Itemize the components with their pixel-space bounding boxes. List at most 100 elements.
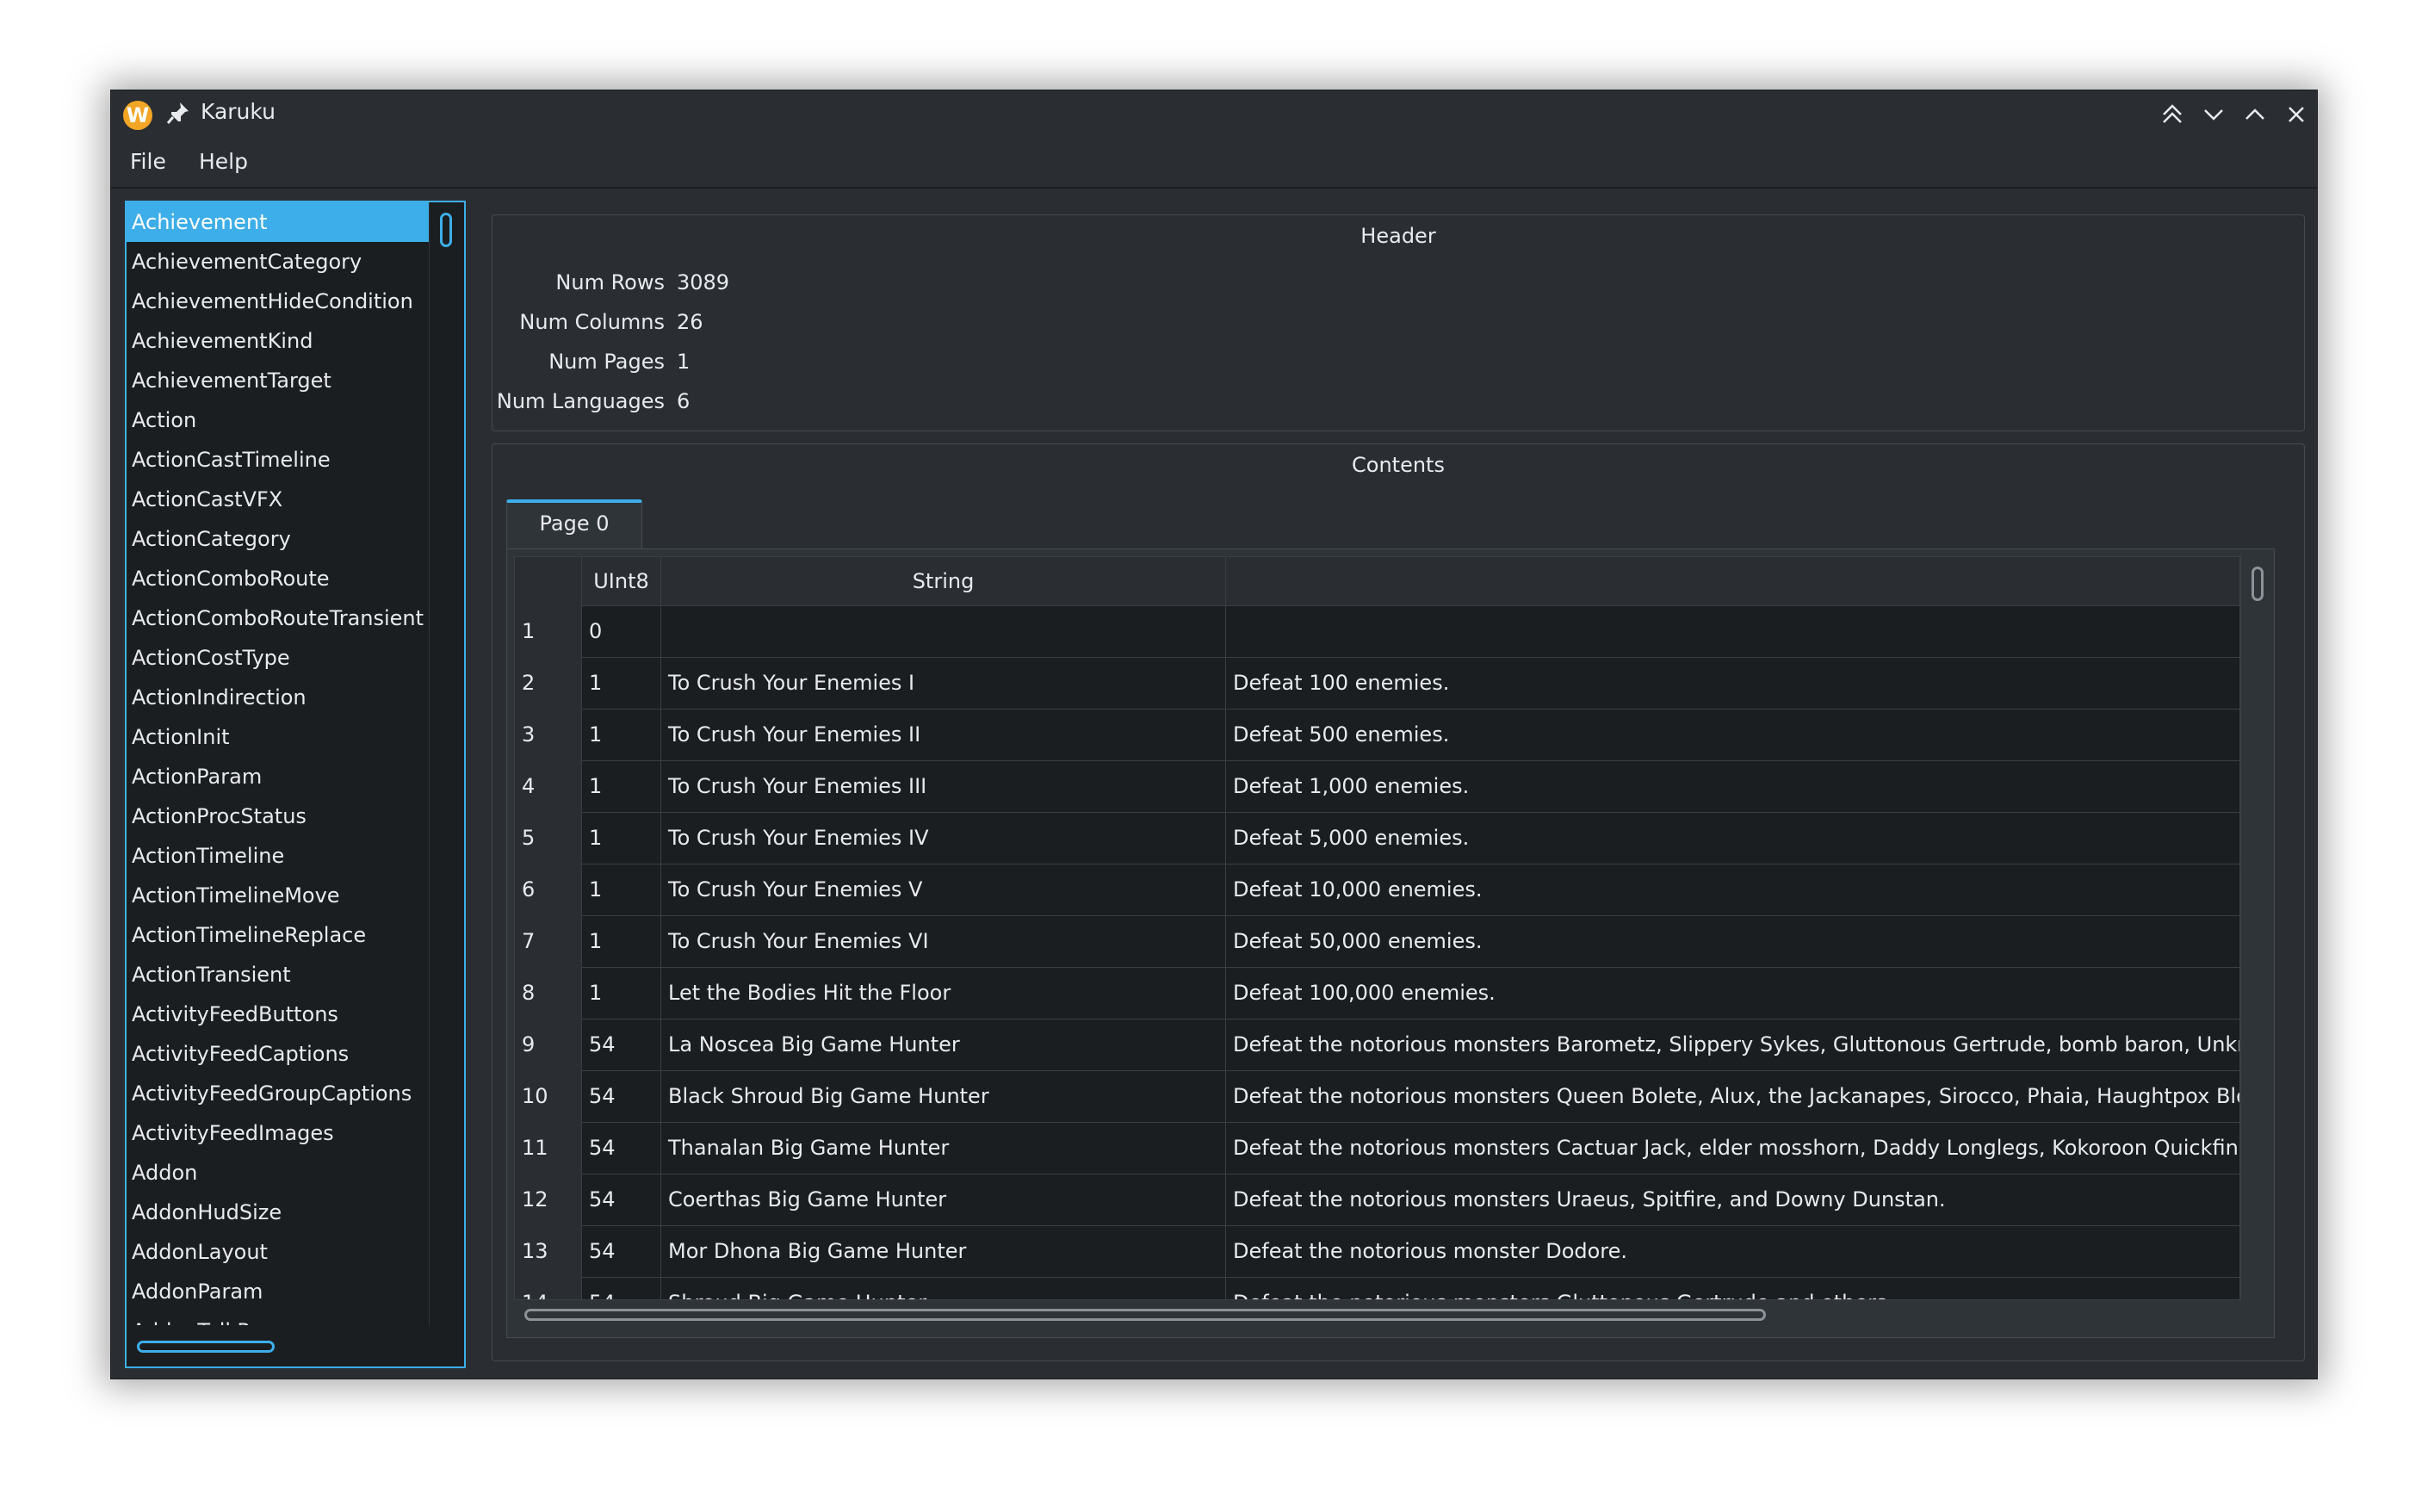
sheet-list-item[interactable]: AchievementKind xyxy=(127,321,430,361)
uint8-cell[interactable]: 0 xyxy=(582,605,661,657)
uint8-cell[interactable]: 1 xyxy=(582,812,661,864)
sheet-list-item[interactable]: ActionTransient xyxy=(127,955,430,995)
string-2-cell[interactable]: Defeat the notorious monsters Queen Bole… xyxy=(1226,1070,2240,1122)
uint8-cell[interactable]: 54 xyxy=(582,1225,661,1277)
string-cell[interactable]: Black Shroud Big Game Hunter xyxy=(661,1070,1226,1122)
string-cell[interactable]: To Crush Your Enemies V xyxy=(661,864,1226,915)
sheet-list-item[interactable]: ActivityFeedImages xyxy=(127,1113,430,1153)
string-cell[interactable]: Let the Bodies Hit the Floor xyxy=(661,967,1226,1019)
table-row[interactable]: 7 1 To Crush Your Enemies VI Defeat 50,000 … xyxy=(515,915,2240,968)
column-header-uint8[interactable]: UInt8 xyxy=(582,557,661,605)
sheet-list-horizontal-scrollbar[interactable] xyxy=(137,1341,275,1353)
sheet-list-item[interactable]: ActionTimelineReplace xyxy=(127,915,430,955)
string-2-cell[interactable]: Defeat 1,000 enemies. xyxy=(1226,760,2240,812)
string-cell[interactable]: Mor Dhona Big Game Hunter xyxy=(661,1225,1226,1277)
uint8-cell[interactable]: 1 xyxy=(582,760,661,812)
scrollbar-thumb[interactable] xyxy=(440,213,452,247)
row-number-cell[interactable]: 3 xyxy=(515,709,582,760)
string-2-cell[interactable]: Defeat the notorious monsters Gluttonous… xyxy=(1226,1277,2240,1299)
uint8-cell[interactable]: 1 xyxy=(582,864,661,915)
keep-above-icon[interactable] xyxy=(2157,99,2188,130)
sheet-list-item[interactable]: Addon xyxy=(127,1153,430,1193)
string-2-cell[interactable]: Defeat the notorious monster Dodore. xyxy=(1226,1225,2240,1277)
sheet-list-item[interactable]: AddonTalkParam xyxy=(127,1311,430,1325)
sheet-list-item[interactable]: AchievementHideCondition xyxy=(127,282,430,321)
sheet-list-item[interactable]: ActionTimelineMove xyxy=(127,876,430,915)
string-cell[interactable]: To Crush Your Enemies VI xyxy=(661,915,1226,967)
table-row[interactable]: 13 54 Mor Dhona Big Game Hunter Defeat the … xyxy=(515,1225,2240,1278)
uint8-cell[interactable]: 1 xyxy=(582,657,661,709)
sheet-list-item[interactable]: ActionInit xyxy=(127,717,430,757)
column-header-row-number[interactable] xyxy=(515,557,582,605)
sheet-list-item[interactable]: ActionCastTimeline xyxy=(127,440,430,480)
string-cell[interactable]: To Crush Your Enemies III xyxy=(661,760,1226,812)
string-2-cell[interactable]: Defeat 500 enemies. xyxy=(1226,709,2240,760)
sheet-list-item[interactable]: Achievement xyxy=(127,202,430,242)
table-row[interactable]: 5 1 To Crush Your Enemies IV Defeat 5,000 e… xyxy=(515,812,2240,864)
sheet-list-item[interactable]: AddonHudSize xyxy=(127,1193,430,1232)
row-number-cell[interactable]: 10 xyxy=(515,1070,582,1122)
string-cell[interactable]: To Crush Your Enemies I xyxy=(661,657,1226,709)
minimize-icon[interactable] xyxy=(2198,99,2229,130)
string-cell[interactable]: Coerthas Big Game Hunter xyxy=(661,1174,1226,1225)
row-number-cell[interactable]: 12 xyxy=(515,1174,582,1225)
menu-help[interactable]: Help xyxy=(199,149,248,174)
row-number-cell[interactable]: 4 xyxy=(515,760,582,812)
close-icon[interactable] xyxy=(2281,99,2312,130)
string-2-cell[interactable]: Defeat 100,000 enemies. xyxy=(1226,967,2240,1019)
string-cell[interactable]: Shroud Big Game Hunter xyxy=(661,1277,1226,1299)
table-row[interactable]: 11 54 Thanalan Big Game Hunter Defeat the n… xyxy=(515,1122,2240,1174)
uint8-cell[interactable]: 54 xyxy=(582,1019,661,1070)
sheet-list[interactable]: Achievement AchievementCategory Achievemen… xyxy=(125,201,466,1368)
row-number-cell[interactable]: 9 xyxy=(515,1019,582,1070)
string-2-cell[interactable] xyxy=(1226,605,2240,657)
sheet-list-item[interactable]: AddonParam xyxy=(127,1272,430,1311)
sheet-list-vertical-scrollbar[interactable] xyxy=(429,202,464,1325)
row-number-cell[interactable]: 5 xyxy=(515,812,582,864)
sheet-list-item[interactable]: ActionProcStatus xyxy=(127,796,430,836)
uint8-cell[interactable]: 54 xyxy=(582,1277,661,1299)
scrollbar-thumb[interactable] xyxy=(2251,567,2264,601)
table-row[interactable]: 6 1 To Crush Your Enemies V Defeat 10,000 e… xyxy=(515,864,2240,916)
string-2-cell[interactable]: Defeat the notorious monsters Uraeus, Sp… xyxy=(1226,1174,2240,1225)
tab-page-0[interactable]: Page 0 xyxy=(506,499,642,549)
sheet-list-item[interactable]: ActionTimeline xyxy=(127,836,430,876)
table-horizontal-scrollbar[interactable] xyxy=(524,1309,1766,1321)
row-number-cell[interactable]: 7 xyxy=(515,915,582,967)
sheet-list-item[interactable]: ActivityFeedGroupCaptions xyxy=(127,1074,430,1113)
sheet-list-item[interactable]: AddonLayout xyxy=(127,1232,430,1272)
uint8-cell[interactable]: 54 xyxy=(582,1174,661,1225)
uint8-cell[interactable]: 1 xyxy=(582,709,661,760)
table-row[interactable]: 12 54 Coerthas Big Game Hunter Defeat the n… xyxy=(515,1174,2240,1226)
table-row[interactable]: 10 xyxy=(515,605,2240,658)
sheet-list-item[interactable]: ActionComboRouteTransient xyxy=(127,598,430,638)
uint8-cell[interactable]: 54 xyxy=(582,1070,661,1122)
table-row[interactable]: 8 1 Let the Bodies Hit the Floor Defeat 100… xyxy=(515,967,2240,1019)
column-header-string[interactable]: String xyxy=(661,557,1226,605)
string-2-cell[interactable]: Defeat the notorious monsters Barometz, … xyxy=(1226,1019,2240,1070)
column-header-string-2[interactable] xyxy=(1226,557,2240,605)
string-cell[interactable]: Thanalan Big Game Hunter xyxy=(661,1122,1226,1174)
uint8-cell[interactable]: 1 xyxy=(582,967,661,1019)
contents-table[interactable]: UInt8 String 1 0 2 1 To Crush Your Enemies I… xyxy=(514,556,2241,1300)
row-number-cell[interactable]: 1 xyxy=(515,605,582,657)
table-row[interactable]: 3 1 To Crush Your Enemies II Defeat 500 ene… xyxy=(515,709,2240,761)
maximize-icon[interactable] xyxy=(2239,99,2270,130)
uint8-cell[interactable]: 54 xyxy=(582,1122,661,1174)
sheet-list-item[interactable]: ActionComboRoute xyxy=(127,559,430,598)
row-number-cell[interactable]: 11 xyxy=(515,1122,582,1174)
string-2-cell[interactable]: Defeat 5,000 enemies. xyxy=(1226,812,2240,864)
sheet-list-item[interactable]: ActionIndirection xyxy=(127,678,430,717)
row-number-cell[interactable]: 8 xyxy=(515,967,582,1019)
string-2-cell[interactable]: Defeat 100 enemies. xyxy=(1226,657,2240,709)
menu-file[interactable]: File xyxy=(130,149,166,174)
sheet-list-item[interactable]: ActivityFeedCaptions xyxy=(127,1034,430,1074)
row-number-cell[interactable]: 2 xyxy=(515,657,582,709)
sheet-list-item[interactable]: ActionCastVFX xyxy=(127,480,430,519)
row-number-cell[interactable]: 6 xyxy=(515,864,582,915)
string-cell[interactable]: To Crush Your Enemies IV xyxy=(661,812,1226,864)
pin-icon[interactable] xyxy=(164,99,192,128)
row-number-cell[interactable]: 13 xyxy=(515,1225,582,1277)
sheet-list-item[interactable]: AchievementTarget xyxy=(127,361,430,400)
table-row[interactable]: 1454Shroud Big Game HunterDefeat the not… xyxy=(515,1277,2240,1299)
